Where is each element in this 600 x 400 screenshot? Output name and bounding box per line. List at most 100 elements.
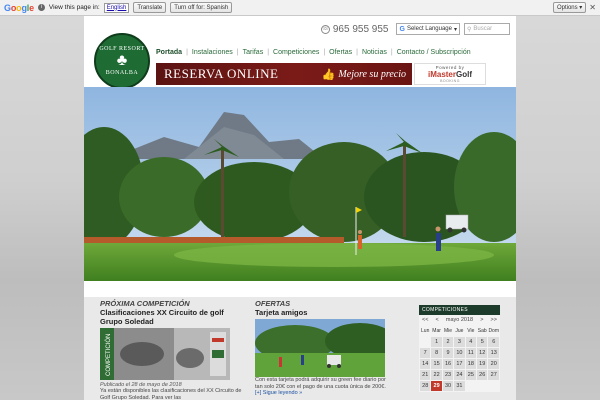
calendar-day-cell[interactable]: 28 xyxy=(420,381,431,391)
calendar-day-header: Vie xyxy=(465,326,477,336)
calendar-day-cell[interactable]: 25 xyxy=(465,370,477,380)
nav-separator: | xyxy=(356,48,358,56)
calendar-day-cell[interactable]: 26 xyxy=(477,370,488,380)
calendar-empty-cell xyxy=(488,381,499,391)
nav-separator: | xyxy=(390,48,393,56)
section-title: PRÓXIMA COMPETICIÓN xyxy=(100,299,190,308)
calendar-header: COMPETICIONES xyxy=(419,305,500,315)
prev-month-button[interactable]: < xyxy=(436,317,439,323)
nav-item-instalaciones[interactable]: Instalaciones xyxy=(192,49,233,56)
turn-off-button[interactable]: Turn off for: Spanish xyxy=(170,2,233,13)
calendar-day-cell[interactable]: 7 xyxy=(420,348,431,358)
calendar-day-cell[interactable]: 27 xyxy=(488,370,499,380)
select-language-dropdown[interactable]: G Select Language ▾ xyxy=(396,23,460,35)
calendar-empty-cell xyxy=(477,381,488,391)
nav-item-competiciones[interactable]: Competiciones xyxy=(273,49,319,56)
read-more-link[interactable]: [+] Sigue leyendo » xyxy=(255,390,389,396)
google-g-icon: G xyxy=(399,25,405,33)
calendar-day-cell[interactable]: 19 xyxy=(477,359,488,369)
nav-item-tarifas[interactable]: Tarifas xyxy=(243,49,264,56)
calendar-day-cell[interactable]: 30 xyxy=(442,381,454,391)
phone-icon: ☏ xyxy=(320,24,330,34)
nav-item-contacto[interactable]: Contacto / Subscripción xyxy=(397,49,471,56)
calendar-day-header: Jue xyxy=(454,326,465,336)
offers-section: OFERTAS Tarjeta amigos Con esta tarjeta … xyxy=(255,299,395,396)
calendar-day-header: Mie xyxy=(442,326,454,336)
nav-item-ofertas[interactable]: Ofertas xyxy=(329,49,352,56)
phone-text: 965 955 955 xyxy=(332,23,389,35)
competition-text: Ya están disponibles las clasificaciones… xyxy=(100,388,242,400)
site-container: ☏ 965 955 955 G Select Language ▾ ⚲ Busc… xyxy=(84,16,516,400)
calendar-empty-cell xyxy=(420,337,431,347)
calendar-today-cell[interactable]: 29 xyxy=(431,381,442,391)
main-nav: Portada | Instalaciones | Tarifas | Comp… xyxy=(156,46,471,58)
translate-bar: Google i View this page in: English Tran… xyxy=(0,0,600,16)
nav-item-portada[interactable]: Portada xyxy=(156,49,182,56)
offers-image[interactable] xyxy=(255,319,395,377)
competition-image[interactable]: COMPETICIÓN xyxy=(100,328,246,380)
imastergolf-badge[interactable]: Powered by iMasterGolf BOOKING xyxy=(414,63,486,85)
site-logo[interactable]: GOLF RESORT ♣ BONALBA xyxy=(94,33,150,89)
google-logo: Google xyxy=(4,2,34,13)
brand-part-a: iMaster xyxy=(427,70,456,79)
calendar-day-cell[interactable]: 20 xyxy=(488,359,499,369)
calendar-day-cell[interactable]: 5 xyxy=(477,337,488,347)
search-icon: ⚲ xyxy=(467,26,472,33)
calendar-day-cell[interactable]: 13 xyxy=(488,348,499,358)
calendar-day-cell[interactable]: 15 xyxy=(431,359,442,369)
search-input[interactable]: ⚲ Buscar xyxy=(464,23,510,35)
header-top: ☏ 965 955 955 G Select Language ▾ ⚲ Busc… xyxy=(84,16,516,42)
translate-prompt: View this page in: xyxy=(48,4,100,11)
calendar-day-cell[interactable]: 12 xyxy=(477,348,488,358)
calendar-day-cell[interactable]: 11 xyxy=(465,348,477,358)
calendar-day-cell[interactable]: 6 xyxy=(488,337,499,347)
offers-headline[interactable]: Tarjeta amigos xyxy=(255,308,389,317)
language-dropdown[interactable]: English xyxy=(103,2,130,13)
calendar-day-cell[interactable]: 4 xyxy=(465,337,477,347)
calendar-day-header: Sab xyxy=(477,326,488,336)
banner-subtitle: Mejore su precio xyxy=(338,68,406,80)
calendar-day-cell[interactable]: 9 xyxy=(442,348,454,358)
calendar-day-cell[interactable]: 14 xyxy=(420,359,431,369)
calendar-day-cell[interactable]: 22 xyxy=(431,370,442,380)
calendar-day-cell[interactable]: 16 xyxy=(442,359,454,369)
nav-item-noticias[interactable]: Noticias xyxy=(362,49,387,56)
phone-number: ☏ 965 955 955 xyxy=(320,23,389,35)
calendar-day-cell[interactable]: 2 xyxy=(442,337,454,347)
calendar-day-header: Mar xyxy=(431,326,442,336)
options-button[interactable]: Options ▾ xyxy=(552,2,587,13)
translate-button[interactable]: Translate xyxy=(133,2,167,13)
calendar-day-cell[interactable]: 3 xyxy=(454,337,465,347)
section-title: OFERTAS xyxy=(255,299,291,308)
brand-part-b: Golf xyxy=(456,70,472,79)
reserva-online-banner[interactable]: RESERVA ONLINE 👍 Mejore su precio xyxy=(156,63,412,85)
competition-headline[interactable]: Clasificaciones XX Circuito de golf Grup… xyxy=(100,308,246,326)
calendar-day-cell[interactable]: 23 xyxy=(442,370,454,380)
close-icon[interactable]: ✕ xyxy=(589,3,596,12)
calendar-day-cell[interactable]: 21 xyxy=(420,370,431,380)
select-language-label: Select Language xyxy=(406,26,452,32)
calendar-day-cell[interactable]: 17 xyxy=(454,359,465,369)
calendar-day-cell[interactable]: 31 xyxy=(454,381,465,391)
calendar-day-header: Lun xyxy=(420,326,431,336)
info-icon[interactable]: i xyxy=(37,4,45,11)
calendar-grid: Lun Mar Mie Jue Vie Sab Dom 1 2 3 4 5 6 7 8 9 10 11 12 13 14… xyxy=(419,325,500,392)
calendar-day-header: Dom xyxy=(488,326,499,336)
hero-golf-photo xyxy=(84,87,516,281)
nav-separator: | xyxy=(267,48,270,56)
calendar-day-cell[interactable]: 8 xyxy=(431,348,442,358)
search-placeholder: Buscar xyxy=(473,26,493,32)
calendar-day-cell[interactable]: 18 xyxy=(465,359,477,369)
banner-title: RESERVA ONLINE xyxy=(164,66,279,81)
calendar-day-cell[interactable]: 10 xyxy=(454,348,465,358)
calendar-month-nav: << < mayo 2018 > >> xyxy=(419,315,500,325)
banner-right: 👍 Mejore su precio xyxy=(322,68,406,81)
next-month-button[interactable]: > xyxy=(480,317,483,323)
nav-separator: | xyxy=(236,48,239,56)
calendar-day-cell[interactable]: 24 xyxy=(454,370,465,380)
offers-text: Con esta tarjeta podrá adquirir su green… xyxy=(255,377,386,390)
prev-year-button[interactable]: << xyxy=(422,317,428,323)
next-competition-section: PRÓXIMA COMPETICIÓN Clasificaciones XX C… xyxy=(100,299,246,400)
calendar-day-cell[interactable]: 1 xyxy=(431,337,442,347)
next-year-button[interactable]: >> xyxy=(491,317,497,323)
